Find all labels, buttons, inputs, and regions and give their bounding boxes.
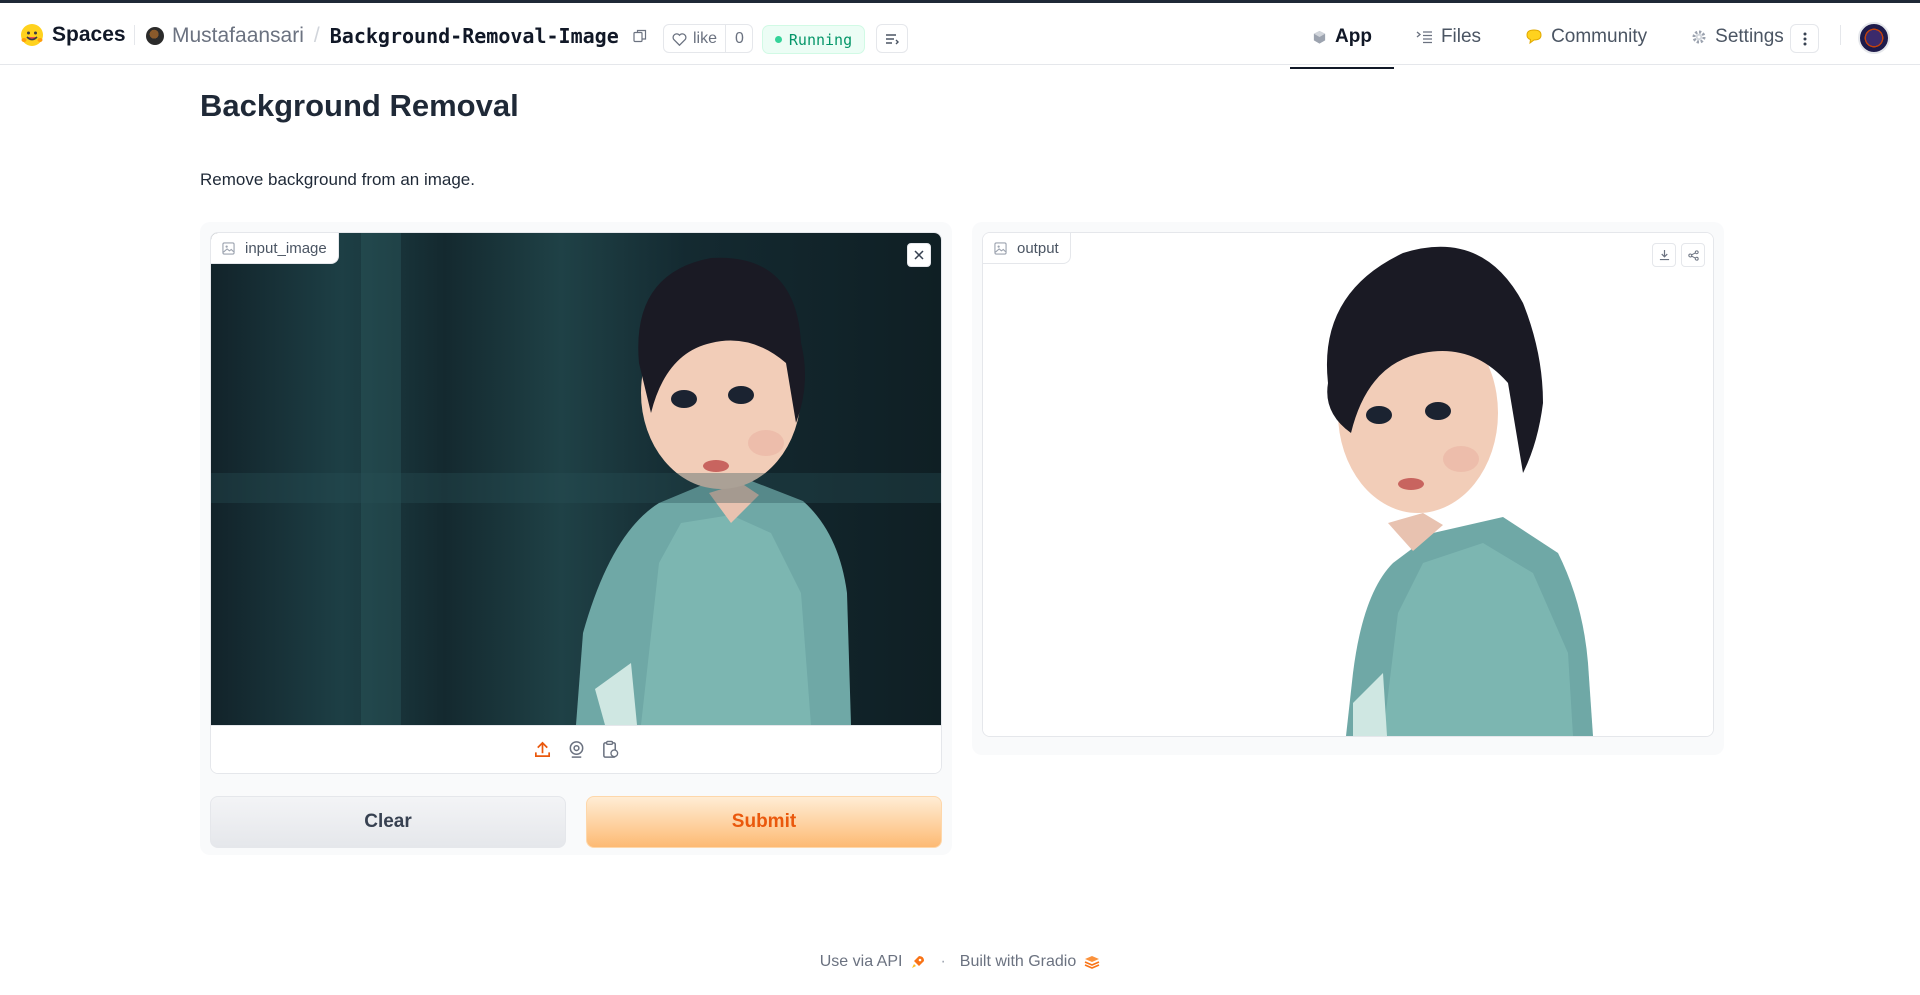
clipboard-icon xyxy=(602,740,618,758)
clipboard-source-button[interactable] xyxy=(599,739,621,761)
owner-link[interactable]: Mustafaansari xyxy=(172,24,304,48)
list-icon xyxy=(886,33,899,44)
close-icon xyxy=(914,250,924,260)
input-photo xyxy=(211,233,941,725)
share-button[interactable] xyxy=(1681,243,1705,267)
like-toggle[interactable]: like xyxy=(664,25,727,52)
webcam-source-button[interactable] xyxy=(565,739,587,761)
built-with-gradio-label: Built with Gradio xyxy=(959,953,1077,970)
gear-icon xyxy=(1692,30,1706,44)
tab-settings[interactable]: Settings xyxy=(1669,6,1806,68)
clear-image-button[interactable] xyxy=(907,243,931,267)
like-count[interactable]: 0 xyxy=(726,30,753,48)
heart-icon xyxy=(672,32,687,46)
webcam-icon xyxy=(569,741,583,758)
tab-app[interactable]: App xyxy=(1290,6,1394,69)
tab-community-label: Community xyxy=(1551,26,1648,47)
space-tabs: App Files Community Settings xyxy=(1290,6,1806,69)
input-image-dropzone[interactable]: input_image xyxy=(210,232,942,774)
copy-icon[interactable] xyxy=(633,29,647,43)
image-icon xyxy=(222,241,235,255)
tab-files[interactable]: Files xyxy=(1394,6,1503,68)
hugging-face-logo-icon xyxy=(21,24,43,46)
gradio-logo-icon xyxy=(1084,956,1100,969)
tab-files-label: Files xyxy=(1440,26,1482,47)
output-label: output xyxy=(983,233,1071,264)
output-panel: output xyxy=(972,222,1724,755)
output-photo xyxy=(983,233,1713,736)
more-options-button[interactable] xyxy=(1790,24,1819,53)
like-button[interactable]: like 0 xyxy=(663,24,753,53)
files-icon xyxy=(1416,30,1432,43)
built-with-gradio-link[interactable]: Built with Gradio xyxy=(960,953,1101,971)
share-icon xyxy=(1687,249,1699,261)
page-footer: Use via API · Built with Gradio xyxy=(0,953,1920,971)
submit-button[interactable]: Submit xyxy=(586,796,942,848)
spaces-home-link[interactable]: Spaces xyxy=(20,21,126,49)
repo-name-link[interactable]: Background-Removal-Image xyxy=(330,24,619,48)
input-image-label-text: input_image xyxy=(245,239,327,257)
page-title: Background Removal xyxy=(200,88,519,123)
cube-icon xyxy=(1313,30,1326,44)
page-description: Remove background from an image. xyxy=(200,170,475,189)
use-via-api-label: Use via API xyxy=(819,953,903,970)
image-source-toolbar xyxy=(211,725,941,773)
rocket-icon xyxy=(912,956,925,968)
like-label: like xyxy=(693,29,718,47)
community-icon xyxy=(1526,29,1542,45)
upload-source-button[interactable] xyxy=(531,739,553,761)
user-avatar[interactable] xyxy=(1858,22,1890,54)
divider xyxy=(1840,25,1841,45)
tab-app-label: App xyxy=(1335,26,1372,47)
output-toolbar xyxy=(1652,243,1705,267)
tab-settings-label: Settings xyxy=(1715,26,1784,47)
status-dot-icon xyxy=(774,36,782,43)
download-icon xyxy=(1659,249,1669,261)
breadcrumb-separator: / xyxy=(313,24,320,47)
input-image-label: input_image xyxy=(211,233,339,264)
more-vertical-icon xyxy=(1803,32,1806,45)
upload-icon xyxy=(534,741,550,758)
child-portrait-image xyxy=(576,257,851,725)
input-panel: input_image Clear Submit xyxy=(200,222,952,855)
tab-community[interactable]: Community xyxy=(1503,6,1669,68)
divider xyxy=(134,25,135,45)
output-image-box: output xyxy=(982,232,1714,737)
background-removed-image xyxy=(1326,246,1593,736)
clear-button-label: Clear xyxy=(364,811,412,832)
space-menu-button[interactable] xyxy=(876,24,908,53)
owner-avatar[interactable] xyxy=(146,27,164,45)
submit-button-label: Submit xyxy=(731,811,797,832)
top-navbar: Spaces Mustafaansari / Background-Remova… xyxy=(0,3,1920,69)
spaces-label: Spaces xyxy=(52,23,126,46)
status-text: Running xyxy=(788,30,853,49)
output-label-text: output xyxy=(1017,239,1059,257)
download-button[interactable] xyxy=(1652,243,1676,267)
status-badge[interactable]: Running xyxy=(762,25,865,54)
clear-button[interactable]: Clear xyxy=(210,796,566,848)
use-via-api-link[interactable]: Use via API xyxy=(820,953,927,971)
footer-separator: · xyxy=(940,953,946,970)
space-breadcrumb: Mustafaansari / Background-Removal-Image xyxy=(146,24,647,48)
image-icon xyxy=(994,241,1007,255)
